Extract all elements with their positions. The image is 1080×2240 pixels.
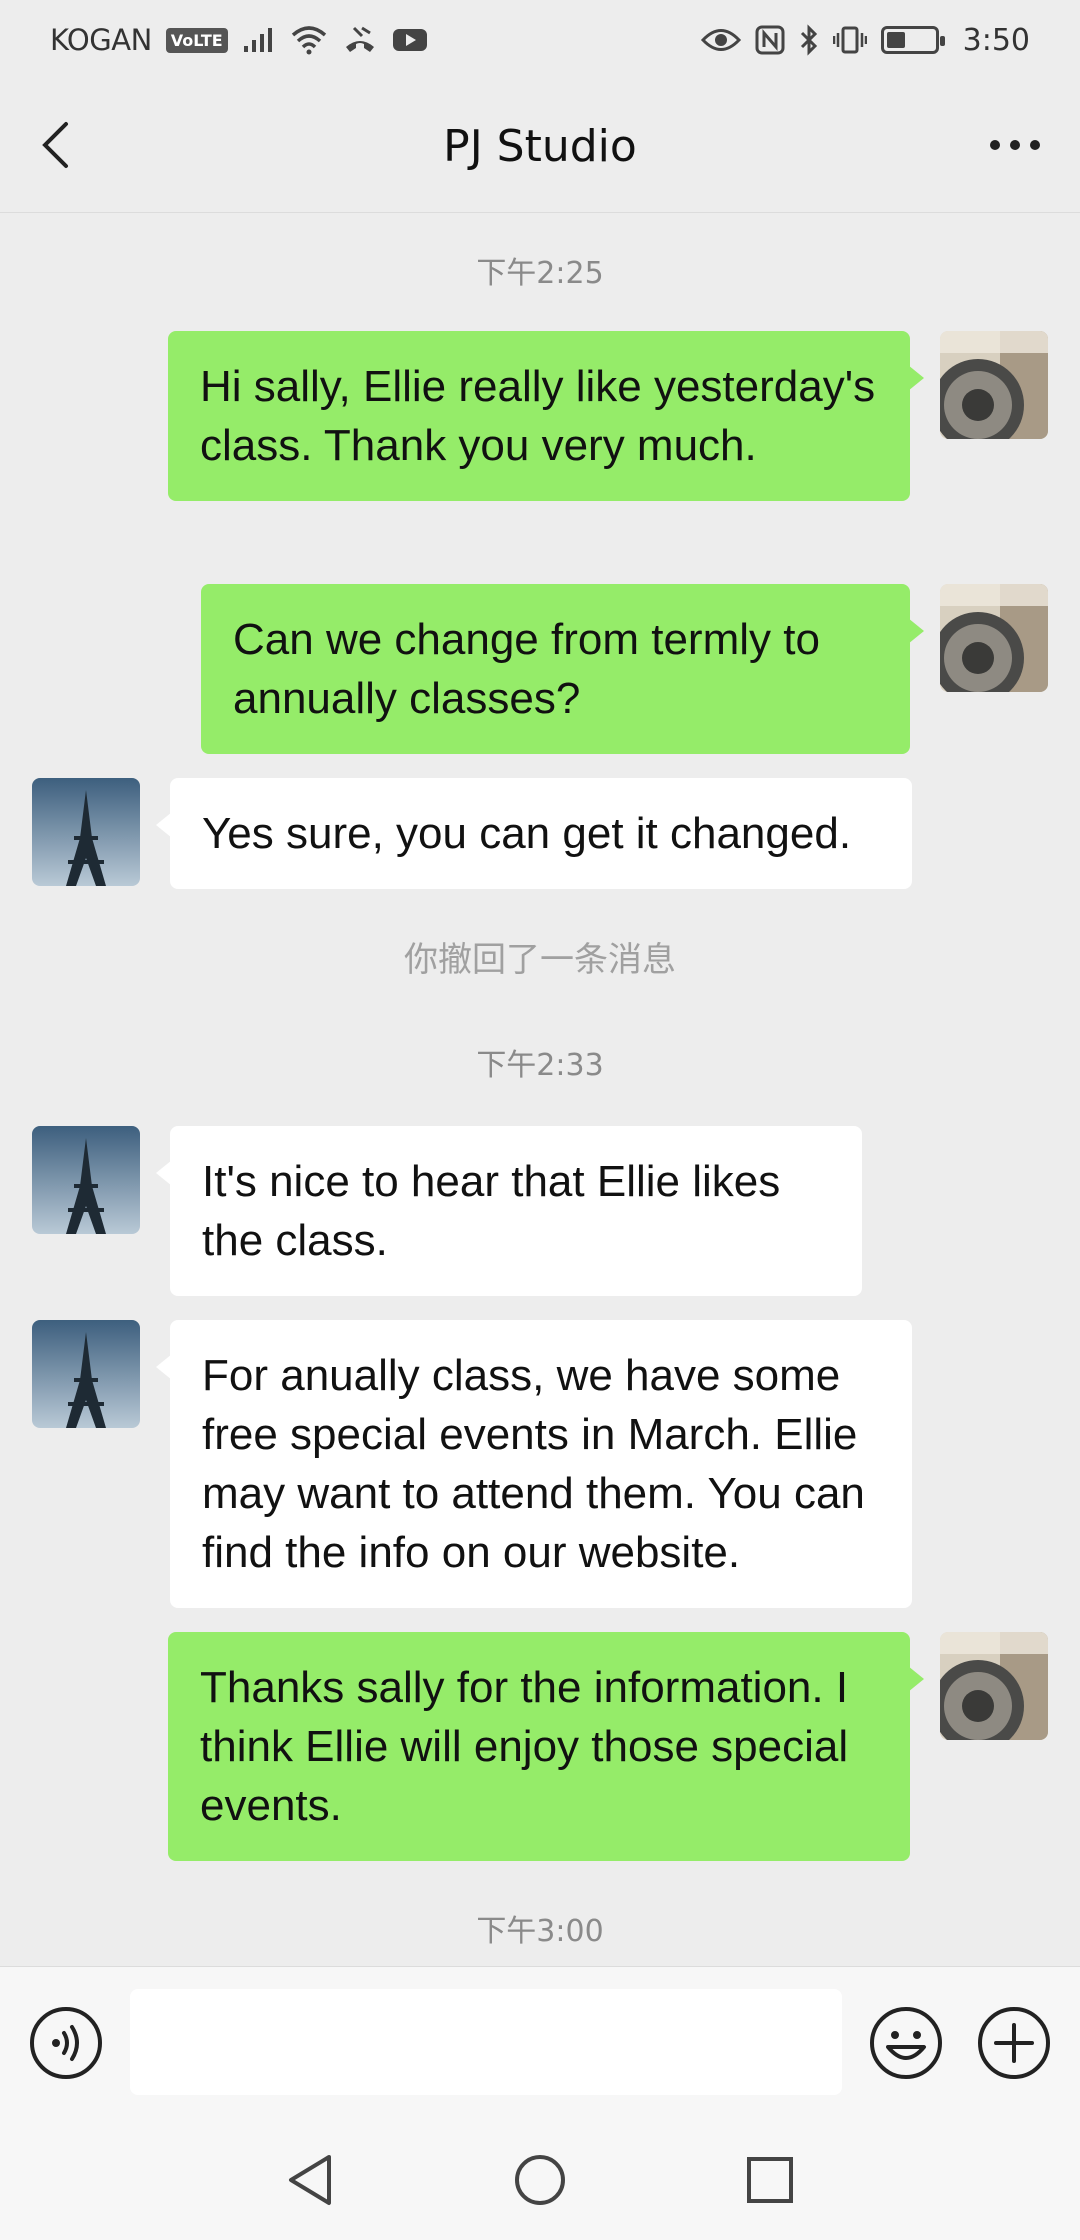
eye-icon xyxy=(700,27,741,53)
my-avatar[interactable] xyxy=(940,1632,1048,1740)
nav-home-icon xyxy=(515,2155,565,2205)
received-message[interactable]: For anually class, we have some free spe… xyxy=(156,1320,912,1608)
input-bar xyxy=(0,1966,1080,2119)
chat-message-list[interactable]: 下午2:25 Hi sally, Ellie really like yeste… xyxy=(0,212,1080,1966)
sent-message[interactable]: Can we change from termly to annually cl… xyxy=(201,584,924,754)
bluetooth-icon xyxy=(799,24,819,56)
contact-avatar[interactable] xyxy=(32,1320,140,1428)
received-message[interactable]: It's nice to hear that Ellie likes the c… xyxy=(156,1126,862,1296)
my-avatar[interactable] xyxy=(940,331,1048,439)
plus-icon xyxy=(978,2007,1050,2079)
my-avatar[interactable] xyxy=(940,584,1048,692)
sent-message[interactable]: Thanks sally for the information. I thin… xyxy=(168,1632,924,1861)
nav-back-button[interactable] xyxy=(278,2148,342,2212)
sent-message[interactable]: Hi sally, Ellie really like yesterday's … xyxy=(168,331,924,501)
signal-icon xyxy=(242,26,276,54)
nav-home-button[interactable] xyxy=(508,2148,572,2212)
nav-recents-button[interactable] xyxy=(738,2148,802,2212)
carrier-name: KOGAN xyxy=(50,23,152,57)
recall-notice: 你撤回了一条消息 xyxy=(404,940,676,980)
nav-recents-icon xyxy=(747,2157,793,2203)
volte-badge: VoLTE xyxy=(165,27,228,53)
contact-avatar[interactable] xyxy=(32,778,140,886)
contact-avatar[interactable] xyxy=(32,1126,140,1234)
back-button[interactable] xyxy=(30,120,80,170)
system-nav-bar xyxy=(0,2118,1080,2240)
voice-button[interactable] xyxy=(28,2005,104,2081)
timestamp: 下午2:25 xyxy=(476,256,604,291)
timestamp: 下午3:00 xyxy=(476,1914,604,1949)
status-bar-right: 3:50 xyxy=(700,22,1030,58)
chevron-left-icon xyxy=(42,122,68,168)
status-time: 3:50 xyxy=(962,22,1030,58)
received-message[interactable]: Yes sure, you can get it changed. xyxy=(156,778,912,889)
vibrate-icon xyxy=(832,25,867,55)
voice-icon xyxy=(30,2007,102,2079)
wifi-icon xyxy=(290,25,328,55)
youtube-icon xyxy=(392,26,428,54)
status-bar: KOGAN VoLTE 3:50 xyxy=(0,0,1080,80)
call-icon xyxy=(342,25,378,55)
page-title: PJ Studio xyxy=(443,120,637,172)
more-dots-icon xyxy=(990,140,1040,150)
status-bar-left: KOGAN VoLTE xyxy=(50,23,428,57)
emoji-button[interactable] xyxy=(868,2005,944,2081)
nav-back-icon xyxy=(289,2155,331,2205)
more-options-button[interactable] xyxy=(980,120,1050,170)
more-functions-button[interactable] xyxy=(976,2005,1052,2081)
battery-icon xyxy=(880,26,945,54)
emoji-icon xyxy=(870,2007,942,2079)
timestamp: 下午2:33 xyxy=(476,1048,604,1083)
nfc-icon xyxy=(755,25,785,55)
chat-header: PJ Studio xyxy=(0,80,1080,213)
message-input[interactable] xyxy=(130,1989,842,2095)
